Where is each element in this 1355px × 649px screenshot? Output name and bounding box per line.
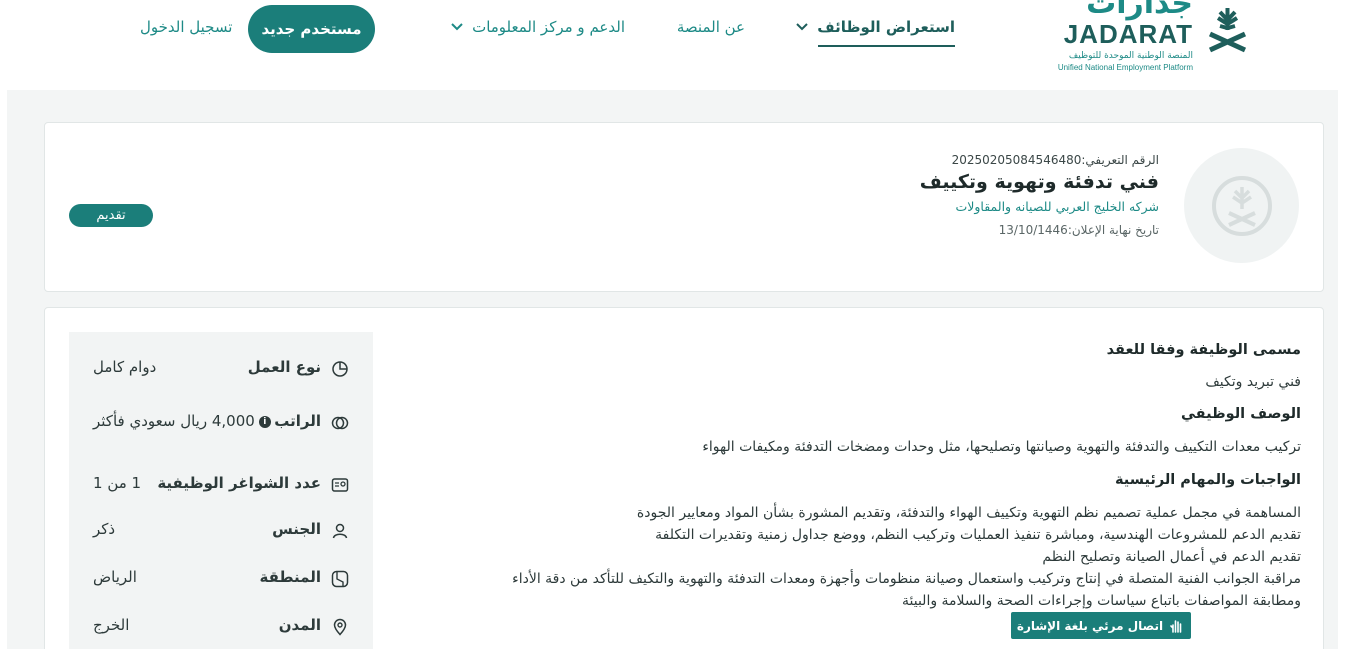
detail-value: ذكر: [93, 520, 116, 538]
user-icon: [332, 523, 348, 539]
job-desc-heading: الوصف الوظيفي: [1180, 406, 1301, 422]
new-user-button[interactable]: مستخدم جديد: [248, 5, 375, 53]
detail-row-region: المنطقة الرياض: [69, 564, 373, 594]
job-meta: الرقم التعريفي:20250205084546480 فني تدف…: [920, 153, 1159, 237]
id-card-icon: [331, 478, 349, 492]
nav-browse-jobs[interactable]: استعراض الوظائف: [795, 18, 955, 36]
detail-label: المنطقة: [259, 568, 321, 586]
detail-label: عدد الشواغر الوظيفية: [157, 474, 321, 492]
job-id-value: 20250205084546480: [951, 153, 1082, 167]
detail-row-salary: الراتب i4,000 ريال سعودي فأكثر: [69, 408, 373, 438]
money-icon: [331, 416, 349, 430]
detail-row-vacancies: عدد الشواغر الوظيفية 1 من 1: [69, 470, 373, 500]
job-summary-card: الرقم التعريفي:20250205084546480 فني تدف…: [44, 122, 1324, 292]
company-placeholder-icon: [1211, 175, 1272, 236]
duty-item: تقديم الدعم في أعمال الصيانة وتصليح النظ…: [1042, 549, 1301, 565]
detail-value: i4,000 ريال سعودي فأكثر: [93, 412, 271, 430]
contract-title: فني تبريد وتكيف: [1205, 374, 1301, 390]
deadline-label: تاريخ نهاية الإعلان:: [1067, 223, 1159, 237]
nav-support[interactable]: الدعم و مركز المعلومات: [450, 18, 625, 36]
chevron-down-icon: [451, 23, 463, 31]
pie-chart-icon: [332, 361, 348, 377]
hand-sign-icon: [1170, 619, 1182, 633]
job-deadline: تاريخ نهاية الإعلان:13/10/1446: [920, 223, 1159, 237]
job-id-label: الرقم التعريفي:: [1081, 153, 1159, 167]
info-icon[interactable]: i: [258, 415, 271, 428]
sign-language-label: اتصال مرئي بلغة الإشارة: [1016, 618, 1164, 633]
brand-subtitle-en: Unified National Employment Platform: [1057, 63, 1193, 72]
detail-value: الرياض: [93, 568, 137, 586]
job-id: الرقم التعريفي:20250205084546480: [920, 153, 1159, 167]
nav-support-label: الدعم و مركز المعلومات: [472, 18, 625, 36]
duty-item: مراقبة الجوانب الفنية المتصلة في إنتاج و…: [512, 571, 1301, 587]
nav-active-underline: [818, 45, 955, 47]
salary-value: 4,000 ريال سعودي فأكثر: [93, 412, 255, 430]
nav-about[interactable]: عن المنصة: [677, 18, 745, 36]
duty-item: تقديم الدعم للمشروعات الهندسية، ومباشرة …: [655, 527, 1301, 543]
company-name[interactable]: شركه الخليج العربي للصيانه والمقاولات: [920, 199, 1159, 214]
chevron-down-icon: [796, 23, 808, 31]
job-details-sidebar: نوع العمل دوام كامل الراتب i4,000 ريال س…: [69, 332, 373, 649]
sign-language-button[interactable]: اتصال مرئي بلغة الإشارة: [1011, 612, 1191, 639]
detail-row-gender: الجنس ذكر: [69, 516, 373, 546]
duty-item: المساهمة في مجمل عملية تصميم نظم التهوية…: [636, 505, 1301, 521]
company-avatar: [1184, 148, 1299, 263]
detail-label: نوع العمل: [247, 358, 321, 376]
job-desc-text: تركيب معدات التكييف والتدفئة والتهوية وص…: [702, 439, 1301, 455]
login-link[interactable]: تسجيل الدخول: [140, 18, 232, 36]
detail-row-work-type: نوع العمل دوام كامل: [69, 354, 373, 384]
detail-row-city: المدن الخرج: [69, 612, 373, 642]
brand-name-ar: جدارات: [1086, 0, 1193, 21]
apply-button[interactable]: تقديم: [69, 204, 153, 227]
job-title: فني تدفئة وتهوية وتكييف: [919, 171, 1159, 193]
job-details-card: نوع العمل دوام كامل الراتب i4,000 ريال س…: [44, 307, 1324, 649]
detail-value: الخرج: [93, 616, 130, 634]
brand-name-en: JADARAT: [1063, 19, 1193, 49]
location-pin-icon: [333, 618, 347, 636]
palm-swords-emblem-icon: [1208, 8, 1247, 53]
nav-about-label: عن المنصة: [676, 18, 745, 36]
detail-label: الجنس: [272, 520, 321, 538]
detail-value: 1 من 1: [93, 474, 142, 492]
header: جدارات JADARAT المنصة الوطنية الموحدة لل…: [0, 0, 1355, 90]
contract-title-heading: مسمى الوظيفة وفقا للعقد: [1106, 342, 1301, 358]
brand-subtitle-ar: المنصة الوطنية الموحدة للتوظيف: [1068, 51, 1193, 61]
jadarat-logo[interactable]: جدارات JADARAT المنصة الوطنية الموحدة لل…: [1058, 0, 1255, 80]
detail-label: المدن: [278, 616, 321, 634]
nav-browse-jobs-label: استعراض الوظائف: [817, 18, 955, 36]
detail-value: دوام كامل: [93, 358, 157, 376]
duty-item: ومطابقة المواصفات باتباع سياسات وإجراءات…: [902, 593, 1301, 609]
detail-label: الراتب: [274, 412, 321, 430]
map-icon: [331, 570, 349, 588]
duties-heading: الواجبات والمهام الرئيسية: [1114, 472, 1301, 488]
deadline-value: 13/10/1446: [998, 223, 1068, 237]
